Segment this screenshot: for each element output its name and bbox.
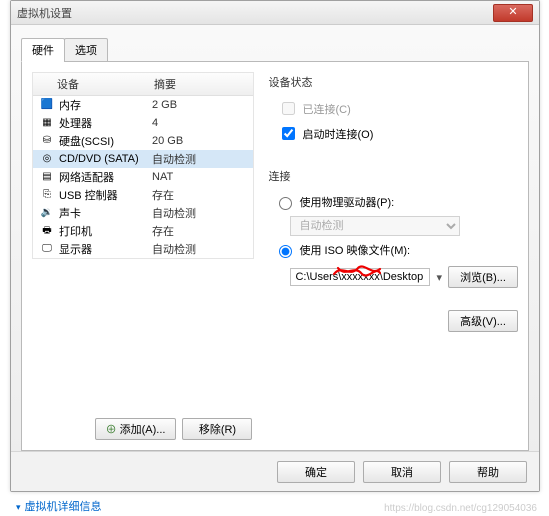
help-button[interactable]: 帮助 (449, 461, 527, 483)
device-name: 内存 (59, 97, 81, 113)
phys-drive-radio[interactable] (279, 197, 292, 210)
iso-radio-row[interactable]: 使用 ISO 映像文件(M): (274, 240, 518, 260)
cd-icon: ◎ (39, 152, 55, 166)
table-row[interactable]: 🖶 打印机 存在 (33, 222, 253, 240)
iso-radio[interactable] (279, 245, 292, 258)
connected-label: 已连接(C) (302, 101, 350, 117)
cancel-button[interactable]: 取消 (363, 461, 441, 483)
advanced-row: 高级(V)... (268, 310, 518, 332)
connect-on-checkbox[interactable] (282, 127, 295, 140)
col-summary: 摘要 (148, 73, 182, 95)
window-title: 虚拟机设置 (17, 5, 72, 21)
device-summary: 自动检测 (148, 205, 253, 221)
phys-drive-select: 自动检测 (290, 216, 460, 236)
tab-strip: 硬件 选项 (21, 38, 529, 62)
browse-button[interactable]: 浏览(B)... (448, 266, 518, 288)
connected-checkbox-row: 已连接(C) (278, 98, 518, 119)
device-name: 网络适配器 (59, 169, 114, 185)
connect-on-checkbox-row[interactable]: 启动时连接(O) (278, 123, 518, 144)
close-icon: ✕ (508, 6, 517, 18)
remove-device-button[interactable]: 移除(R) (182, 418, 252, 440)
display-icon: 🖵 (39, 242, 55, 256)
memory-icon: 🟦 (39, 98, 55, 112)
device-table: 设备 摘要 🟦 内存 2 GB ▦ 处理器 4 ⛁ 硬盘(SCSI) 20 GB ◎ CD/DVD … (32, 72, 254, 259)
sound-icon: 🔉 (39, 206, 55, 220)
close-button[interactable]: ✕ (493, 4, 533, 22)
hdd-icon: ⛁ (39, 134, 55, 148)
inner-area: 硬件 选项 设备 摘要 🟦 内存 2 GB ▦ 处理器 4 ⛁ 硬盘(SCSI) 20 GB ◎ C… (21, 37, 529, 449)
device-name: 声卡 (59, 205, 81, 221)
connection-title: 连接 (268, 168, 518, 184)
device-summary: 存在 (148, 223, 253, 239)
device-summary: 4 (148, 117, 253, 129)
device-name: 处理器 (59, 115, 92, 131)
titlebar: 虚拟机设置 ✕ (11, 1, 539, 25)
nic-icon: ▤ (39, 170, 55, 184)
table-body: 🟦 内存 2 GB ▦ 处理器 4 ⛁ 硬盘(SCSI) 20 GB ◎ CD/DVD (SATA)… (33, 96, 253, 258)
table-row[interactable]: 🔉 声卡 自动检测 (33, 204, 253, 222)
device-name: 打印机 (59, 223, 92, 239)
add-icon: ⊕ (106, 424, 117, 436)
vm-settings-window: 虚拟机设置 ✕ 硬件 选项 设备 摘要 🟦 内存 2 GB ▦ 处理器 4 ⛁ 硬盘(SCSI… (10, 0, 540, 492)
phys-drive-label: 使用物理驱动器(P): (299, 194, 394, 210)
col-device: 设备 (33, 73, 148, 95)
table-row[interactable]: ⛁ 硬盘(SCSI) 20 GB (33, 132, 253, 150)
table-row[interactable]: 🖵 显示器 自动检测 (33, 240, 253, 258)
tab-hardware[interactable]: 硬件 (21, 38, 65, 62)
device-summary: NAT (148, 171, 253, 183)
add-device-button[interactable]: ⊕ 添加(A)... (95, 418, 177, 440)
device-name: 硬盘(SCSI) (59, 133, 114, 149)
ok-button[interactable]: 确定 (277, 461, 355, 483)
triangle-icon: ▾ (16, 502, 21, 512)
dialog-button-bar: 确定 取消 帮助 (11, 451, 539, 491)
device-name: CD/DVD (SATA) (59, 153, 139, 165)
printer-icon: 🖶 (39, 224, 55, 238)
device-summary: 2 GB (148, 99, 253, 111)
watermark: https://blog.csdn.net/cg129054036 (384, 503, 537, 514)
phys-drive-radio-row[interactable]: 使用物理驱动器(P): (274, 192, 518, 212)
table-row[interactable]: 🟦 内存 2 GB (33, 96, 253, 114)
connect-on-label: 启动时连接(O) (302, 126, 373, 142)
device-summary: 自动检测 (148, 151, 253, 167)
iso-input-row: ▾ 浏览(B)... (290, 266, 518, 288)
device-summary: 存在 (148, 187, 253, 203)
dropdown-icon[interactable]: ▾ (436, 271, 442, 284)
table-header: 设备 摘要 (33, 73, 253, 96)
device-name: USB 控制器 (59, 187, 118, 203)
cpu-icon: ▦ (39, 116, 55, 130)
connected-checkbox (282, 102, 295, 115)
device-summary: 20 GB (148, 135, 253, 147)
table-row[interactable]: ▤ 网络适配器 NAT (33, 168, 253, 186)
left-column: 设备 摘要 🟦 内存 2 GB ▦ 处理器 4 ⛁ 硬盘(SCSI) 20 GB ◎ CD/DVD … (32, 72, 254, 440)
table-row[interactable]: ◎ CD/DVD (SATA) 自动检测 (33, 150, 253, 168)
advanced-button[interactable]: 高级(V)... (448, 310, 518, 332)
hardware-pane: 设备 摘要 🟦 内存 2 GB ▦ 处理器 4 ⛁ 硬盘(SCSI) 20 GB ◎ CD/DVD … (21, 61, 529, 451)
table-row[interactable]: ⎘ USB 控制器 存在 (33, 186, 253, 204)
hw-button-row: ⊕ 添加(A)... 移除(R) (32, 412, 254, 440)
iso-label: 使用 ISO 映像文件(M): (299, 242, 410, 258)
device-name: 显示器 (59, 241, 92, 257)
vm-detail-link[interactable]: ▾虚拟机详细信息 (16, 498, 102, 514)
status-title: 设备状态 (268, 74, 518, 90)
device-summary: 自动检测 (148, 241, 253, 257)
tab-options[interactable]: 选项 (64, 38, 108, 62)
usb-icon: ⎘ (39, 188, 55, 202)
table-row[interactable]: ▦ 处理器 4 (33, 114, 253, 132)
right-column: 设备状态 已连接(C) 启动时连接(O) 连接 使用物理驱动器(P): (268, 72, 518, 440)
iso-path-input[interactable] (290, 268, 430, 286)
